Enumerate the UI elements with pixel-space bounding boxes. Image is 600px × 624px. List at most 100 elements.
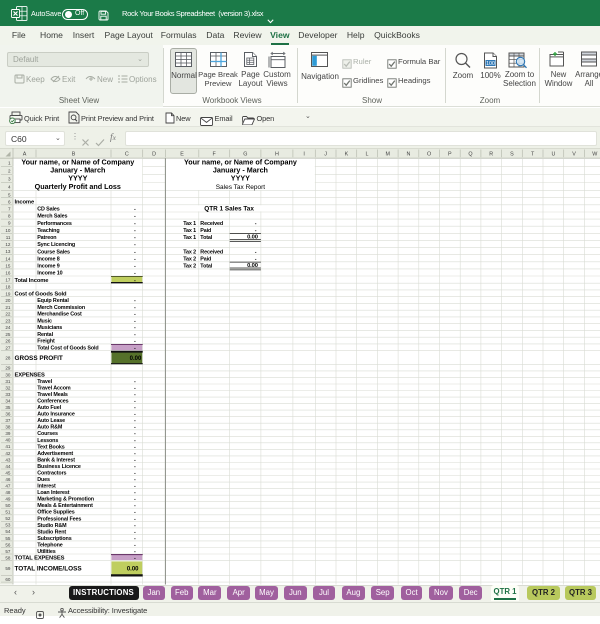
svg-text:54: 54 bbox=[5, 529, 11, 534]
svg-text:Tax 2: Tax 2 bbox=[183, 256, 196, 262]
svg-text:P: P bbox=[448, 152, 452, 158]
svg-text:47: 47 bbox=[5, 484, 11, 489]
svg-text:Paid: Paid bbox=[200, 256, 211, 262]
svg-text:50: 50 bbox=[5, 503, 11, 508]
svg-text:Tax 1: Tax 1 bbox=[183, 235, 196, 241]
svg-text:40: 40 bbox=[5, 438, 11, 443]
svg-text:Q: Q bbox=[468, 152, 472, 158]
svg-text:15: 15 bbox=[5, 264, 11, 269]
svg-text:Professional Fees: Professional Fees bbox=[37, 516, 81, 522]
svg-text:D: D bbox=[152, 152, 156, 158]
svg-text:J: J bbox=[324, 152, 327, 158]
svg-text:Telephone: Telephone bbox=[37, 542, 63, 548]
svg-text:4: 4 bbox=[8, 185, 11, 190]
svg-text:56: 56 bbox=[5, 542, 11, 547]
svg-text:GROSS PROFIT: GROSS PROFIT bbox=[15, 355, 63, 362]
svg-text:57: 57 bbox=[5, 549, 11, 554]
svg-text:41: 41 bbox=[5, 444, 11, 449]
svg-text:14: 14 bbox=[5, 256, 11, 261]
svg-text:TOTAL EXPENSES: TOTAL EXPENSES bbox=[15, 556, 65, 562]
svg-text:10: 10 bbox=[5, 228, 11, 233]
svg-text:Total Cost of Goods Sold: Total Cost of Goods Sold bbox=[37, 346, 98, 352]
svg-text:26: 26 bbox=[5, 339, 11, 344]
svg-text:0.00: 0.00 bbox=[127, 567, 139, 573]
svg-text:18: 18 bbox=[5, 285, 11, 290]
svg-text:Auto Lease: Auto Lease bbox=[37, 418, 65, 424]
svg-text:Subscriptions: Subscriptions bbox=[37, 536, 72, 542]
svg-text:48: 48 bbox=[5, 490, 11, 495]
svg-text:11: 11 bbox=[6, 235, 11, 240]
svg-text:51: 51 bbox=[5, 510, 11, 515]
svg-text:58: 58 bbox=[5, 555, 11, 560]
svg-text:Equip Rental: Equip Rental bbox=[37, 298, 69, 304]
svg-text:Travel Meals: Travel Meals bbox=[37, 392, 68, 398]
svg-text:43: 43 bbox=[5, 457, 11, 462]
svg-text:CD Sales: CD Sales bbox=[37, 207, 60, 213]
svg-text:Income 8: Income 8 bbox=[37, 256, 60, 262]
svg-text:28: 28 bbox=[5, 356, 11, 361]
svg-text:39: 39 bbox=[5, 431, 11, 436]
svg-text:Merchandise Cost: Merchandise Cost bbox=[37, 312, 82, 318]
svg-text:Merch Sales: Merch Sales bbox=[37, 214, 67, 220]
svg-text:20: 20 bbox=[5, 298, 11, 303]
svg-text:Music: Music bbox=[37, 319, 52, 325]
svg-text:Total: Total bbox=[200, 264, 212, 270]
svg-text:Office Supplies: Office Supplies bbox=[37, 510, 75, 516]
svg-text:52: 52 bbox=[5, 516, 11, 521]
svg-text:55: 55 bbox=[5, 536, 11, 541]
svg-text:L: L bbox=[366, 152, 369, 158]
svg-text:0.00: 0.00 bbox=[130, 356, 142, 362]
svg-text:9: 9 bbox=[8, 221, 11, 226]
svg-text:12: 12 bbox=[5, 242, 11, 247]
svg-text:36: 36 bbox=[5, 412, 11, 417]
svg-text:Income 9: Income 9 bbox=[37, 264, 60, 270]
svg-text:Conferences: Conferences bbox=[37, 399, 68, 405]
svg-text:21: 21 bbox=[5, 305, 11, 310]
svg-text:Utilities: Utilities bbox=[37, 549, 56, 555]
svg-text:Marketing & Promotion: Marketing & Promotion bbox=[37, 497, 94, 503]
svg-text:7: 7 bbox=[8, 207, 11, 212]
svg-text:Studio R&M: Studio R&M bbox=[37, 523, 67, 529]
svg-text:60: 60 bbox=[5, 577, 11, 582]
svg-text:3: 3 bbox=[8, 177, 11, 182]
svg-text:Business Licence: Business Licence bbox=[37, 464, 81, 470]
svg-text:Text Books: Text Books bbox=[37, 444, 65, 450]
svg-text:Advertisement: Advertisement bbox=[37, 451, 73, 457]
svg-text:YYYY: YYYY bbox=[231, 174, 250, 183]
svg-text:100: 100 bbox=[486, 61, 495, 67]
svg-text:Travel: Travel bbox=[37, 379, 52, 385]
svg-text:W: W bbox=[592, 152, 598, 158]
svg-text:Dues: Dues bbox=[37, 477, 50, 483]
svg-text:29: 29 bbox=[5, 366, 11, 371]
svg-text:Bank & Interest: Bank & Interest bbox=[37, 457, 75, 463]
svg-text:R: R bbox=[489, 152, 493, 158]
svg-text:S: S bbox=[510, 152, 514, 158]
svg-text:Patreon: Patreon bbox=[37, 235, 56, 241]
svg-text:K: K bbox=[345, 152, 349, 158]
svg-text:33: 33 bbox=[5, 392, 11, 397]
svg-text:24: 24 bbox=[5, 325, 11, 330]
svg-text:35: 35 bbox=[5, 405, 11, 410]
svg-text:46: 46 bbox=[5, 477, 11, 482]
svg-text:Travel Accom: Travel Accom bbox=[37, 386, 71, 392]
svg-text:44: 44 bbox=[5, 464, 11, 469]
svg-text:6: 6 bbox=[8, 199, 11, 204]
svg-text:Income 10: Income 10 bbox=[37, 271, 62, 277]
svg-text:Quarterly Profit and Loss: Quarterly Profit and Loss bbox=[35, 182, 121, 191]
svg-text:17: 17 bbox=[5, 278, 11, 283]
svg-text:Lessons: Lessons bbox=[37, 438, 58, 444]
svg-text:Received: Received bbox=[200, 221, 223, 227]
svg-text:U: U bbox=[551, 152, 555, 158]
svg-text:2: 2 bbox=[8, 168, 11, 173]
svg-text:Meals & Entertainment: Meals & Entertainment bbox=[37, 503, 93, 509]
svg-text:TOTAL INCOME/LOSS: TOTAL INCOME/LOSS bbox=[15, 566, 83, 573]
svg-text:13: 13 bbox=[5, 249, 11, 254]
svg-text:Total: Total bbox=[200, 235, 212, 241]
svg-text:Merch Commission: Merch Commission bbox=[37, 305, 85, 311]
svg-text:Courses: Courses bbox=[37, 431, 58, 437]
svg-text:Rental: Rental bbox=[37, 332, 53, 338]
svg-text:Course Sales: Course Sales bbox=[37, 249, 70, 255]
svg-text:Freight: Freight bbox=[37, 339, 55, 345]
svg-text:N: N bbox=[406, 152, 410, 158]
svg-text:Performances: Performances bbox=[37, 221, 72, 227]
